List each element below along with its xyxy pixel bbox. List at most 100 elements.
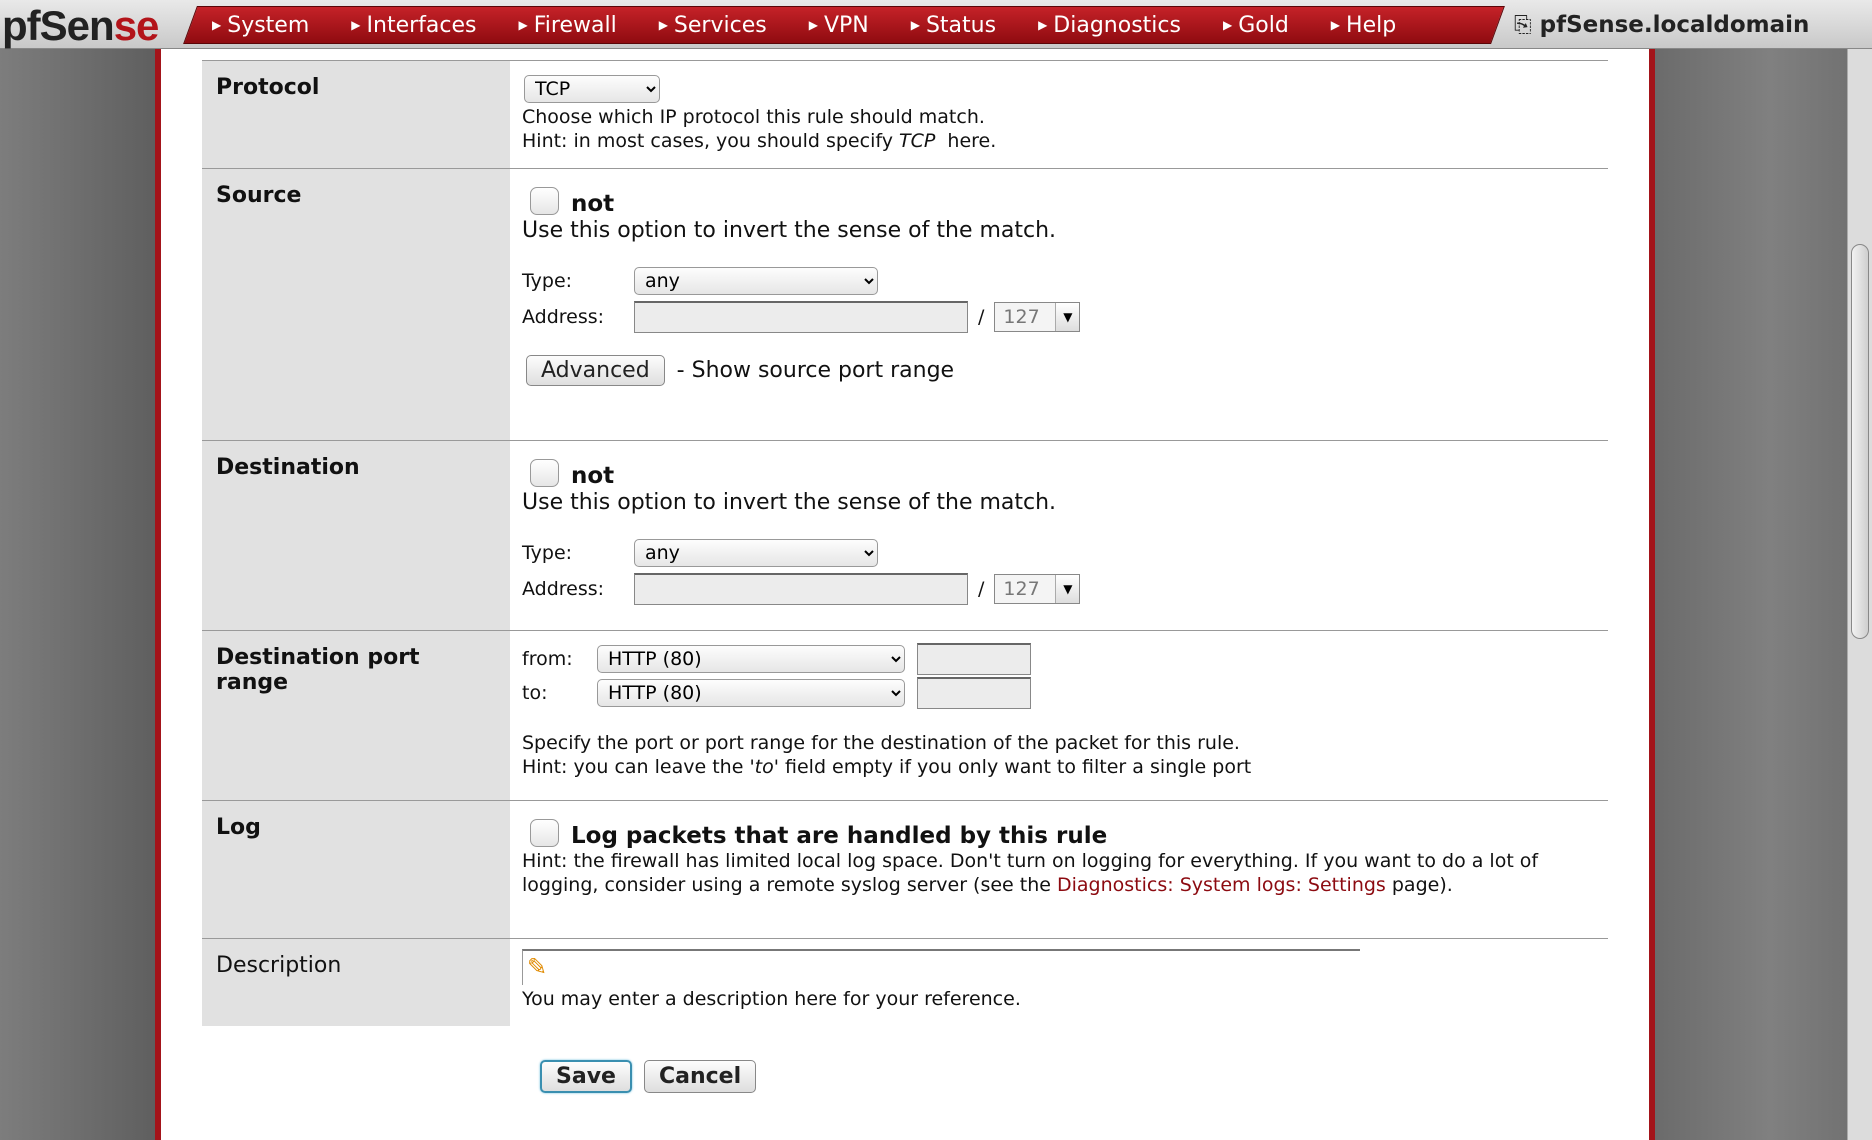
source-type-line: Type: any xyxy=(522,267,1596,295)
dest-port-to-custom[interactable] xyxy=(917,677,1031,709)
dest-port-hint-2-em: 'to' xyxy=(749,756,779,778)
destination-not-checkbox[interactable] xyxy=(530,459,559,487)
menu-interfaces-label: Interfaces xyxy=(366,12,477,38)
menu-vpn[interactable]: ▶ VPN xyxy=(809,13,869,38)
firewall-rule-form: Protocol TCP Choose which IP protocol th… xyxy=(202,60,1608,1093)
caret-right-icon: ▶ xyxy=(518,17,528,32)
save-button[interactable]: Save xyxy=(540,1060,632,1093)
menu-status[interactable]: ▶ Status xyxy=(911,13,996,38)
network-icon: ⎘ xyxy=(1514,12,1532,38)
destination-address-line: Address: / 127 ▼ xyxy=(522,573,1596,605)
source-value: not Use this option to invert the sense … xyxy=(510,169,1608,440)
log-checkbox[interactable] xyxy=(530,819,559,847)
source-type-label: Type: xyxy=(522,270,573,292)
destination-value: not Use this option to invert the sense … xyxy=(510,441,1608,630)
source-advanced-line: Advanced - Show source port range xyxy=(522,355,1596,386)
destination-not-line: not xyxy=(522,459,1596,489)
description-row: Description ✎ You may enter a descriptio… xyxy=(202,938,1608,1026)
source-mask-value: 127 xyxy=(1003,306,1040,328)
description-hint: You may enter a description here for you… xyxy=(522,988,1021,1010)
dest-port-hint-2: Hint: you can leave the 'to' field empty… xyxy=(522,755,1596,779)
source-row: Source not Use this option to invert the… xyxy=(202,168,1608,440)
menu-firewall-label: Firewall xyxy=(533,12,617,38)
menu-system[interactable]: ▶ System xyxy=(212,13,309,38)
cancel-button[interactable]: Cancel xyxy=(643,1060,757,1093)
protocol-select[interactable]: TCP xyxy=(524,75,660,103)
description-input[interactable] xyxy=(557,953,1353,983)
menu-vpn-label: VPN xyxy=(823,12,869,38)
hostname-display: ⎘ pfSense.localdomain xyxy=(1514,6,1809,44)
right-background xyxy=(1655,49,1847,1140)
dest-port-hint-2-pre: Hint: you can leave the xyxy=(522,756,750,778)
caret-right-icon: ▶ xyxy=(212,17,222,32)
source-mask-select[interactable]: 127 ▼ xyxy=(994,302,1081,332)
destination-address-input[interactable] xyxy=(634,573,968,605)
caret-right-icon: ▶ xyxy=(1330,17,1341,32)
destination-type-line: Type: any xyxy=(522,539,1596,567)
menu-gold-label: Gold xyxy=(1238,12,1289,38)
protocol-row: Protocol TCP Choose which IP protocol th… xyxy=(202,60,1608,168)
protocol-hint-2-post: here. xyxy=(935,130,997,152)
source-address-input[interactable] xyxy=(634,301,968,333)
main-menu: ▶ System ▶ Interfaces ▶ Firewall ▶ Services … xyxy=(212,6,1438,44)
vertical-scrollbar[interactable] xyxy=(1847,49,1872,1140)
destination-mask-select[interactable]: 127 ▼ xyxy=(994,574,1081,604)
destination-mask-slash: / xyxy=(978,578,985,600)
syslog-settings-link[interactable]: Diagnostics: System logs: Settings xyxy=(1057,874,1386,896)
caret-right-icon: ▶ xyxy=(910,17,920,32)
log-value: Log packets that are handled by this rul… xyxy=(510,801,1608,938)
caret-right-icon: ▶ xyxy=(1038,17,1048,32)
destination-invert-hint: Use this option to invert the sense of t… xyxy=(522,490,1057,515)
destination-mask-group: / 127 ▼ xyxy=(978,574,1081,604)
destination-row: Destination not Use this option to inver… xyxy=(202,440,1608,630)
dest-port-from-custom[interactable] xyxy=(917,643,1031,675)
source-not-label: not xyxy=(571,191,615,217)
source-not-line: not xyxy=(522,187,1596,217)
dest-port-from-select[interactable]: HTTP (80) xyxy=(597,645,905,673)
dest-port-to-label: to: xyxy=(522,682,548,704)
logo-main: Sen xyxy=(39,2,115,49)
dest-port-hint-2-post: field empty if you only want to filter a… xyxy=(778,756,1252,778)
menu-diagnostics-label: Diagnostics xyxy=(1053,12,1181,38)
destination-mask-value: 127 xyxy=(1003,578,1040,600)
destination-not-label: not xyxy=(571,463,615,489)
caret-right-icon: ▶ xyxy=(351,17,361,32)
dest-port-to-select[interactable]: HTTP (80) xyxy=(597,679,905,707)
description-input-wrap: ✎ xyxy=(522,949,1360,985)
dropdown-arrow-icon: ▼ xyxy=(1055,575,1080,603)
log-checkbox-line: Log packets that are handled by this rul… xyxy=(522,819,1596,849)
log-label: Log xyxy=(202,801,510,938)
destination-label: Destination xyxy=(202,441,510,630)
menu-firewall[interactable]: ▶ Firewall xyxy=(518,13,616,38)
protocol-hint-2: Hint: in most cases, you should specify … xyxy=(522,129,1596,153)
pfsense-logo[interactable]: pfSense xyxy=(0,0,190,49)
menu-gold[interactable]: ▶ Gold xyxy=(1223,13,1289,38)
protocol-label: Protocol xyxy=(202,61,510,168)
menu-interfaces[interactable]: ▶ Interfaces xyxy=(351,13,476,38)
protocol-hint-2-pre: Hint: in most cases, you should specify xyxy=(522,130,899,152)
logo-accent: se xyxy=(113,2,160,49)
log-hint-post: page). xyxy=(1385,874,1453,896)
log-row: Log Log packets that are handled by this… xyxy=(202,800,1608,938)
menu-diagnostics[interactable]: ▶ Diagnostics xyxy=(1038,13,1181,38)
dest-port-label: Destination port range xyxy=(202,631,510,800)
scrollbar-thumb[interactable] xyxy=(1851,244,1869,639)
menu-services[interactable]: ▶ Services xyxy=(659,13,767,38)
caret-right-icon: ▶ xyxy=(808,17,818,32)
menu-help[interactable]: ▶ Help xyxy=(1331,13,1396,38)
source-not-checkbox[interactable] xyxy=(530,187,559,215)
destination-type-label: Type: xyxy=(522,542,573,564)
source-address-label: Address: xyxy=(522,306,605,328)
top-navigation-bar: pfSense ▶ System ▶ Interfaces ▶ Firewall ▶ S… xyxy=(0,0,1872,49)
menu-help-label: Help xyxy=(1346,12,1397,38)
destination-type-select[interactable]: any xyxy=(634,539,878,567)
protocol-hint-2-em: TCP xyxy=(899,130,936,152)
source-label: Source xyxy=(202,169,510,440)
source-advanced-hint: - Show source port range xyxy=(676,357,955,383)
source-mask-group: / 127 ▼ xyxy=(978,302,1081,332)
dest-port-value: from: HTTP (80) to: HTTP (80) Specify th… xyxy=(510,631,1608,800)
source-type-select[interactable]: any xyxy=(634,267,878,295)
source-advanced-button[interactable]: Advanced xyxy=(526,355,665,386)
dest-port-from-line: from: HTTP (80) xyxy=(522,643,1596,675)
caret-right-icon: ▶ xyxy=(1222,17,1233,32)
